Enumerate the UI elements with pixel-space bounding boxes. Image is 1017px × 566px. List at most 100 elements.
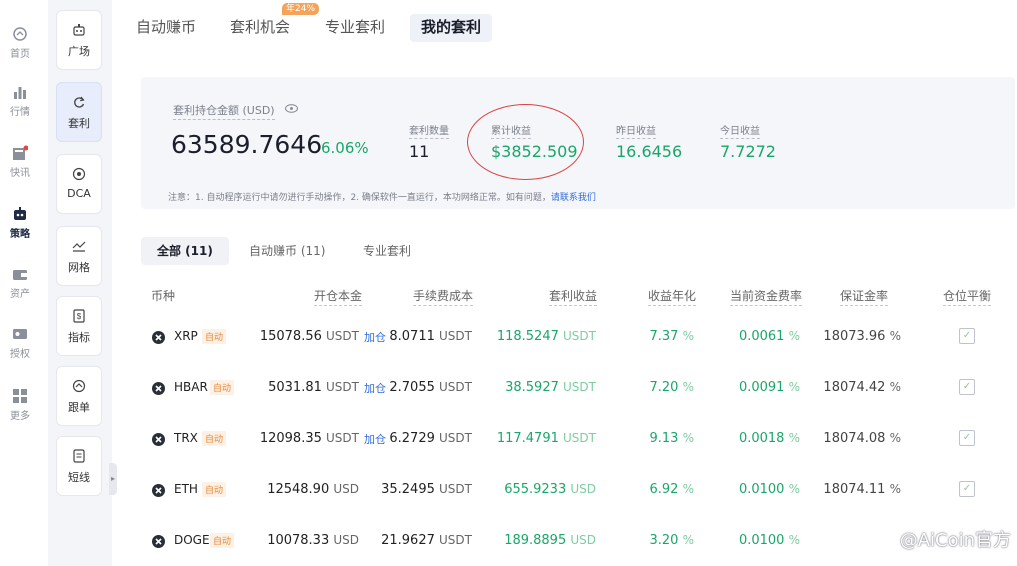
tab-pro-arbitrage[interactable]: 专业套利 <box>325 14 385 42</box>
subnav-item-follow[interactable]: 跟单 <box>56 366 102 426</box>
subnav-label: 套利 <box>68 117 90 130</box>
auto-tag: 自动 <box>202 482 227 497</box>
dollar-doc-icon: $ <box>73 309 85 323</box>
rail-item-home[interactable]: 首页 <box>0 26 40 60</box>
annualized-cell: 3.20 % <box>650 533 695 548</box>
yesterday-profit-value: 16.6456 <box>616 142 683 161</box>
filter-pro-arbitrage[interactable]: 专业套利 <box>363 237 411 265</box>
table-row[interactable]: TRX 自动 12098.35 USDT 加仓 6.2729 USDT 117.4791 … <box>118 420 1017 460</box>
fee-value: 21.9627 <box>381 533 435 548</box>
yesterday-profit-label: 昨日收益 <box>616 122 656 139</box>
tab-arbitrage-opportunities[interactable]: 套利机会 <box>230 14 290 42</box>
margin-unit: % <box>889 380 901 394</box>
col-margin-rate: 保证金率 <box>840 287 889 306</box>
principal-value: 10078.33 <box>267 533 330 548</box>
principal-value: 12548.90 <box>267 482 330 497</box>
fee-unit: USDT <box>439 329 472 343</box>
margin-rate-cell: 18074.42 % <box>823 380 901 395</box>
position-balance-checkbox[interactable]: ✓ <box>959 379 975 395</box>
coin-symbol: ETH <box>174 482 198 496</box>
col-fee-cost: 手续费成本 <box>413 287 474 306</box>
fee-value: 2.7055 <box>389 380 435 395</box>
profit-value: 117.4791 <box>496 431 559 446</box>
auto-tag: 自动 <box>210 380 235 395</box>
add-position-link[interactable]: 加仓 <box>364 329 386 345</box>
table-row[interactable]: DOGE 自动 10078.33 USD 21.9627 USDT 189.8895 U… <box>118 522 1017 562</box>
col-annualized: 收益年化 <box>648 287 697 306</box>
rate-value: 0.0100 <box>738 482 785 497</box>
contact-us-link[interactable]: 请联系我们 <box>551 193 596 203</box>
rail-item-more[interactable]: 更多 <box>0 388 40 422</box>
filter-all[interactable]: 全部 (11) <box>141 237 229 265</box>
add-position-link[interactable]: 加仓 <box>364 431 386 447</box>
principal-cell: 15078.56 USDT <box>260 329 359 344</box>
subnav-label: 网格 <box>68 261 90 274</box>
tab-auto-earn[interactable]: 自动赚币 <box>136 14 196 42</box>
profit-unit: USDT <box>563 329 596 343</box>
rail-label: 策略 <box>10 229 30 240</box>
close-circle-icon[interactable] <box>152 433 165 446</box>
principal-cell: 10078.33 USD <box>267 533 359 548</box>
coin-symbol: TRX <box>174 431 198 445</box>
filter-auto-earn[interactable]: 自动赚币 (11) <box>249 237 325 265</box>
annualized-cell: 9.13 % <box>650 431 695 446</box>
table-row[interactable]: XRP 自动 15078.56 USDT 加仓 8.0711 USDT 118.5247 … <box>118 318 1017 358</box>
apr-unit: % <box>682 533 694 547</box>
apr-unit: % <box>682 380 694 394</box>
svg-text:$: $ <box>77 312 82 321</box>
rail-item-news[interactable]: 快讯 <box>0 145 40 179</box>
annualized-cell: 6.92 % <box>650 482 695 497</box>
margin-unit: % <box>889 431 901 445</box>
close-circle-icon[interactable] <box>152 331 165 344</box>
sidebar-collapse-handle[interactable]: ▸ <box>109 463 117 495</box>
arbitrage-profit-cell: 38.5927 USDT <box>505 380 596 395</box>
subnav-item-dca[interactable]: DCA <box>56 154 102 214</box>
annualized-cell: 7.20 % <box>650 380 695 395</box>
rail-item-assets[interactable]: 资产 <box>0 266 40 300</box>
position-balance-checkbox[interactable]: ✓ <box>959 481 975 497</box>
close-circle-icon[interactable] <box>152 382 165 395</box>
position-balance-checkbox[interactable]: ✓ <box>959 328 975 344</box>
tab-my-arbitrage[interactable]: 我的套利 <box>410 14 493 42</box>
subnav-item-arbitrage[interactable]: 套利 <box>56 82 102 142</box>
rail-label: 资产 <box>10 289 30 300</box>
main-panel: 自动赚币 套利机会 年24% 专业套利 我的套利 套利持仓金额 (USD) 63… <box>118 0 1017 566</box>
table-row[interactable]: HBAR 自动 5031.81 USDT 加仓 2.7055 USDT 38.5927 U… <box>118 369 1017 409</box>
subnav-item-plaza[interactable]: 广场 <box>56 10 102 70</box>
news-icon <box>13 145 28 160</box>
margin-rate-cell: 18074.08 % <box>823 431 901 446</box>
rail-item-auth[interactable]: 授权 <box>0 326 40 360</box>
col-funding-rate: 当前资金费率 <box>730 287 803 306</box>
cumulative-profit-label: 累计收益 <box>491 122 531 139</box>
close-circle-icon[interactable] <box>152 484 165 497</box>
principal-unit: USDT <box>326 431 359 445</box>
auto-tag: 自动 <box>210 533 235 548</box>
rail-item-market[interactable]: 行情 <box>0 84 40 118</box>
margin-value: 18073.96 <box>823 329 886 344</box>
position-balance-checkbox[interactable]: ✓ <box>959 430 975 446</box>
table-row[interactable]: ETH 自动 12548.90 USD 35.2495 USDT 655.9233 US… <box>118 471 1017 511</box>
apr-badge: 年24% <box>282 3 320 15</box>
margin-unit: % <box>889 329 901 343</box>
subnav-item-grid[interactable]: 网格 <box>56 226 102 286</box>
close-circle-icon[interactable] <box>152 535 165 548</box>
funding-rate-cell: 0.0100 % <box>739 482 800 497</box>
rail-label: 更多 <box>10 411 30 422</box>
robot-icon <box>14 207 26 220</box>
margin-value: 18074.11 <box>823 482 886 497</box>
principal-cell: 12548.90 USD <box>267 482 359 497</box>
fee-cost-cell: 21.9627 USDT <box>381 533 472 548</box>
subnav-item-shortline[interactable]: 短线 <box>56 436 102 496</box>
margin-rate-cell: 18074.11 % <box>823 482 901 497</box>
eye-icon[interactable] <box>285 104 298 113</box>
principal-cell: 5031.81 USDT <box>268 380 359 395</box>
principal-cell: 12098.35 USDT <box>260 431 359 446</box>
apr-value: 7.20 <box>649 380 679 395</box>
fee-cost-cell: 35.2495 USDT <box>381 482 472 497</box>
rail-label: 快讯 <box>10 168 30 179</box>
subnav-item-indicator[interactable]: $ 指标 <box>56 296 102 356</box>
add-position-link[interactable]: 加仓 <box>364 380 386 396</box>
profit-value: 118.5247 <box>496 329 559 344</box>
rail-item-strategy[interactable]: 策略 <box>0 206 40 240</box>
fee-unit: USDT <box>439 380 472 394</box>
